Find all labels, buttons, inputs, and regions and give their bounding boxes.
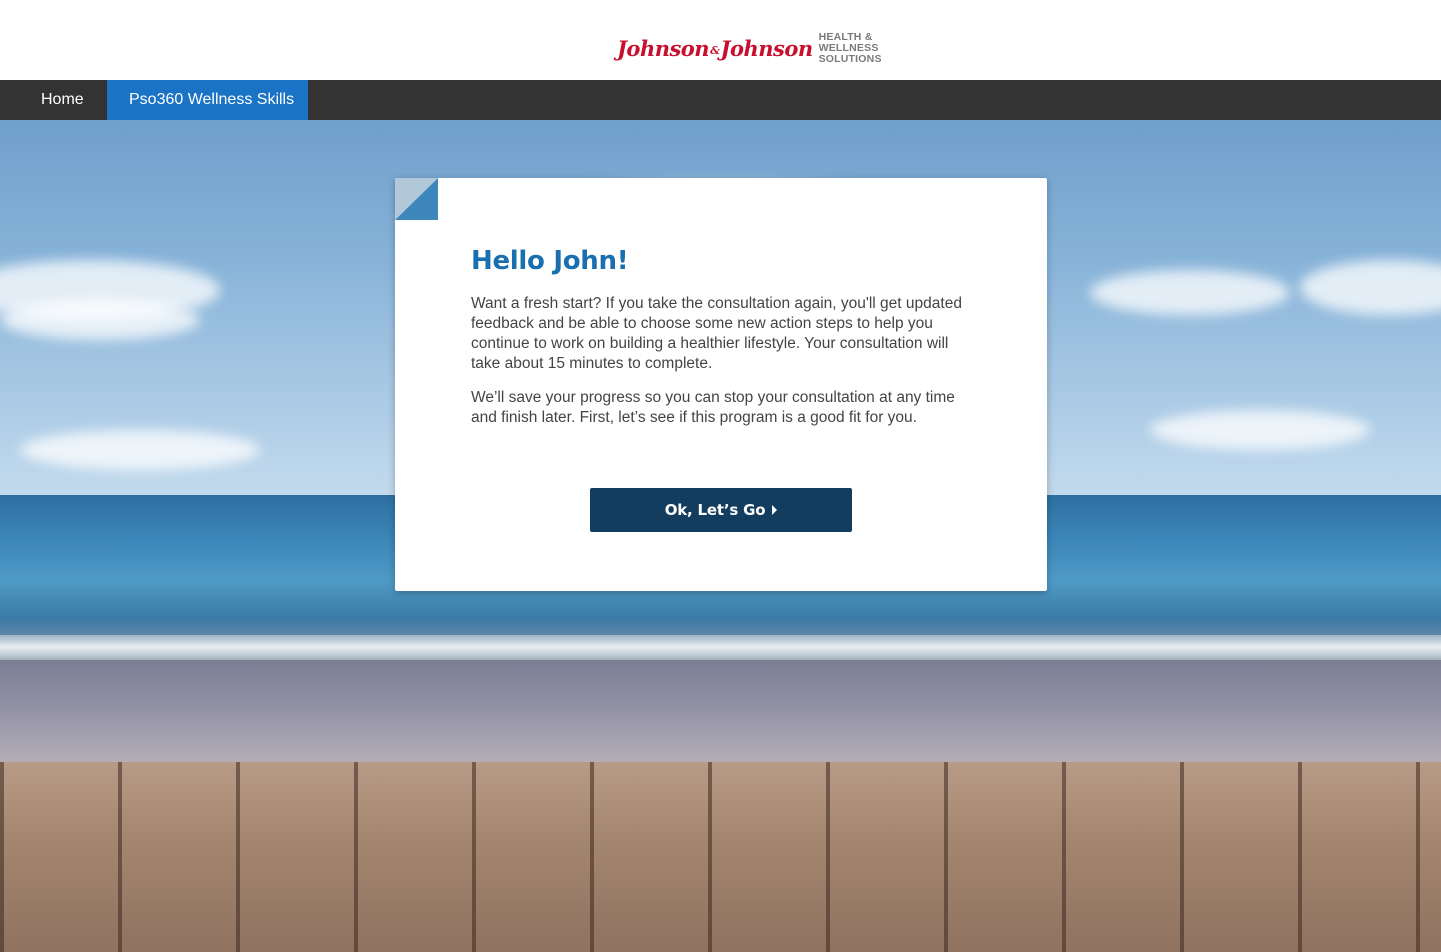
logo-tag-line: SOLUTIONS [818, 52, 882, 65]
greeting-title: Hello John! [471, 246, 629, 276]
progress-paragraph: We’ll save your progress so you can stop… [471, 389, 955, 426]
folded-corner-icon [395, 178, 438, 220]
nav-item-pso360-wellness-skills[interactable]: Pso360 Wellness Skills [107, 80, 308, 120]
welcome-card: Hello John! Want a fresh start? If you t… [395, 178, 1047, 591]
top-nav: Home Pso360 Wellness Skills [0, 80, 1441, 120]
logo-tagline: HEALTH & WELLNESS SOLUTIONS [818, 30, 882, 65]
start-button[interactable]: Ok, Let’s Go [590, 488, 852, 532]
jnj-logo[interactable]: Johnson&Johnson HEALTH & WELLNESS SOLUTI… [617, 31, 882, 65]
logo-tag-line: WELLNESS [818, 41, 879, 54]
deck-background [0, 762, 1441, 952]
start-button-label: Ok, Let’s Go [664, 501, 766, 519]
sand-background [0, 660, 1441, 765]
caret-right-icon [772, 505, 778, 515]
header: Johnson&Johnson HEALTH & WELLNESS SOLUTI… [0, 0, 1441, 80]
logo-tag-line: HEALTH & [818, 30, 873, 43]
intro-paragraph: Want a fresh start? If you take the cons… [471, 295, 962, 372]
nav-item-home[interactable]: Home [0, 80, 107, 120]
logo-wordmark: Johnson&Johnson [617, 35, 813, 61]
